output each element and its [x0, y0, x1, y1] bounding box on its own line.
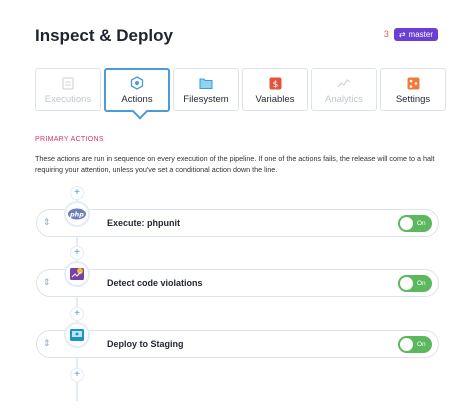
- action-name: Detect code violations: [107, 278, 203, 288]
- add-action-button[interactable]: +: [70, 246, 84, 260]
- drag-handle-icon[interactable]: ⇕: [43, 338, 51, 349]
- analytics-icon: [337, 76, 351, 90]
- add-action-button[interactable]: +: [70, 307, 84, 321]
- toggle-label: On: [417, 280, 426, 287]
- drag-handle-icon[interactable]: ⇕: [43, 217, 51, 228]
- branch-button[interactable]: ⇄ master: [393, 28, 438, 41]
- tab-label: Variables: [255, 94, 295, 105]
- settings-icon: [406, 76, 420, 90]
- tab-label: Actions: [121, 94, 153, 105]
- toggle-knob: [400, 277, 413, 290]
- tab-actions[interactable]: Actions: [104, 68, 170, 112]
- pipeline-tabs: Executions Actions Filesystem $ Variable…: [35, 68, 446, 112]
- toggle-label: On: [417, 341, 426, 348]
- toggle-knob: [400, 217, 413, 230]
- tab-label: Analytics: [324, 94, 363, 105]
- deploy-server-icon: [64, 322, 90, 348]
- variables-icon: $: [268, 76, 282, 90]
- tab-label: Filesystem: [183, 94, 229, 105]
- page-title: Inspect & Deploy: [35, 26, 173, 45]
- branch-label: master: [408, 30, 433, 39]
- revision-indicator[interactable]: 3: [384, 30, 389, 39]
- tab-label: Executions: [44, 94, 92, 105]
- filesystem-icon: [199, 76, 213, 90]
- actions-icon: [130, 76, 144, 90]
- section-label: PRIMARY ACTIONS: [35, 136, 104, 143]
- drag-handle-icon[interactable]: ⇕: [43, 277, 51, 288]
- add-action-button[interactable]: +: [70, 186, 84, 200]
- php-icon: php: [64, 201, 90, 227]
- tab-executions: Executions: [35, 68, 101, 111]
- action-row[interactable]: ⇕ php Execute: phpunit On: [36, 201, 439, 237]
- section-description: These actions are run in sequence on eve…: [35, 154, 435, 174]
- svg-text:$: $: [272, 80, 278, 90]
- toggle-label: On: [417, 220, 426, 227]
- tab-label: Settings: [395, 94, 431, 105]
- executions-icon: [61, 76, 75, 90]
- action-toggle[interactable]: On: [398, 336, 432, 353]
- add-action-button[interactable]: +: [70, 368, 84, 382]
- action-toggle[interactable]: On: [398, 215, 432, 232]
- header-right: 3 ⇄ master: [384, 28, 438, 41]
- action-name: Execute: phpunit: [107, 218, 181, 228]
- tab-filesystem[interactable]: Filesystem: [173, 68, 239, 111]
- code-violations-icon: [64, 261, 90, 287]
- action-row[interactable]: ⇕ Detect code violations On: [36, 261, 439, 297]
- svg-text:php: php: [69, 211, 84, 219]
- toggle-knob: [400, 338, 413, 351]
- action-name: Deploy to Staging: [107, 339, 184, 349]
- action-row[interactable]: ⇕ Deploy to Staging On: [36, 322, 439, 358]
- branch-icon: ⇄: [398, 30, 406, 39]
- action-toggle[interactable]: On: [398, 275, 432, 292]
- tab-settings[interactable]: Settings: [380, 68, 446, 111]
- tab-analytics: Analytics: [311, 68, 377, 111]
- tab-variables[interactable]: $ Variables: [242, 68, 308, 111]
